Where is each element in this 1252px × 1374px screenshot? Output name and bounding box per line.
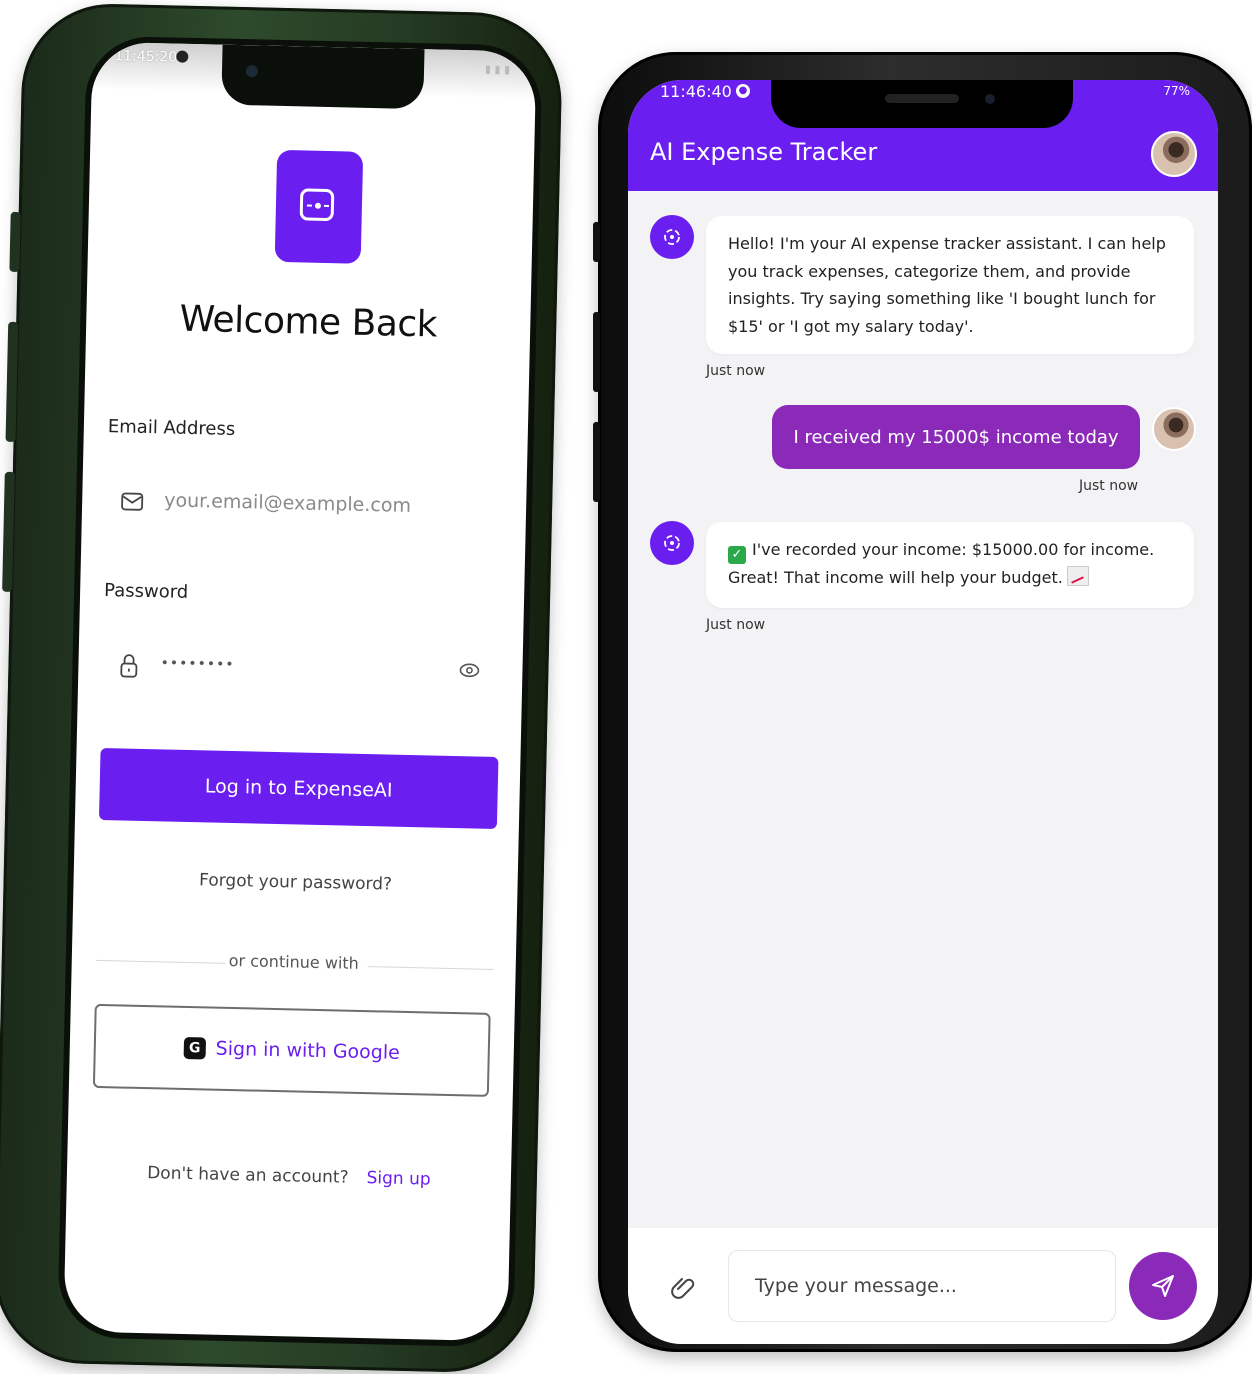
- bot-message: ✓I've recorded your income: $15000.00 fo…: [706, 522, 1194, 608]
- front-camera: [246, 65, 258, 77]
- no-account-text: Don't have an account?: [147, 1163, 349, 1188]
- message-input-bar: Type your message...: [628, 1228, 1218, 1344]
- volume-up-button: [6, 322, 19, 442]
- status-time: 11:45:20: [114, 48, 177, 65]
- bot-icon: [650, 215, 694, 259]
- notch: [771, 80, 1073, 128]
- or-continue-text: or continue with: [72, 947, 516, 976]
- mail-icon: [120, 490, 146, 513]
- password-value: ••••••••: [160, 655, 234, 673]
- status-time: 11:46:40: [660, 82, 732, 101]
- notch: [221, 45, 424, 110]
- email-field[interactable]: your.email@example.com: [105, 472, 502, 541]
- email-placeholder: your.email@example.com: [164, 489, 411, 517]
- mute-switch: [593, 222, 600, 262]
- bot-message-text: I've recorded your income: $15000.00 for…: [728, 540, 1154, 587]
- chat-header: 11:46:40 ● 77% AI Expense Tracker: [628, 80, 1218, 191]
- eye-icon[interactable]: [458, 662, 480, 678]
- password-label: Password: [104, 580, 189, 603]
- login-phone: 11:45:20 ▮ ▮ ▮ Welcome Back Email Addres…: [0, 2, 563, 1374]
- login-screen: 11:45:20 ▮ ▮ ▮ Welcome Back Email Addres…: [63, 42, 536, 1342]
- mute-switch: [9, 212, 20, 272]
- app-logo: [275, 150, 364, 264]
- bot-icon: [650, 521, 694, 565]
- chat-title: AI Expense Tracker: [650, 138, 877, 166]
- message-time: Just now: [706, 617, 765, 633]
- check-icon: ✓: [728, 546, 746, 564]
- google-icon: G: [183, 1037, 205, 1059]
- email-label: Email Address: [108, 416, 236, 440]
- message-input[interactable]: Type your message...: [728, 1250, 1116, 1322]
- avatar[interactable]: [1151, 131, 1197, 177]
- volume-down-button: [2, 472, 15, 592]
- signup-link[interactable]: Sign up: [366, 1168, 430, 1189]
- avatar: [1152, 407, 1196, 451]
- send-button[interactable]: [1129, 1252, 1197, 1320]
- notification-icon: ●: [736, 84, 750, 98]
- bot-message: Hello! I'm your AI expense tracker assis…: [706, 216, 1194, 354]
- page-title: Welcome Back: [86, 297, 531, 348]
- forgot-password-link[interactable]: Forgot your password?: [73, 867, 517, 897]
- google-signin-button[interactable]: G Sign in with Google: [93, 1004, 491, 1097]
- message-time: Just now: [1079, 478, 1138, 494]
- signup-row: Don't have an account? Sign up: [67, 1161, 511, 1191]
- google-signin-label: Sign in with Google: [215, 1038, 400, 1064]
- user-message: I received my 15000$ income today: [772, 405, 1140, 469]
- chat-screen: 11:46:40 ● 77% AI Expense Tracker Hello!…: [628, 80, 1218, 1344]
- password-field[interactable]: ••••••••: [102, 634, 499, 703]
- attach-icon[interactable]: [666, 1270, 698, 1302]
- login-button[interactable]: Log in to ExpenseAI: [99, 748, 499, 829]
- send-icon: [1149, 1272, 1177, 1300]
- lock-icon: [116, 652, 143, 679]
- chat-phone: 11:46:40 ● 77% AI Expense Tracker Hello!…: [598, 52, 1252, 1352]
- volume-down-button: [593, 422, 600, 502]
- status-icons: ▮ ▮ ▮: [485, 63, 510, 77]
- chart-icon: [1067, 566, 1089, 586]
- volume-up-button: [593, 312, 600, 392]
- status-battery: 77%: [1163, 84, 1190, 98]
- camera-logo-icon: [300, 188, 335, 221]
- message-time: Just now: [706, 363, 765, 379]
